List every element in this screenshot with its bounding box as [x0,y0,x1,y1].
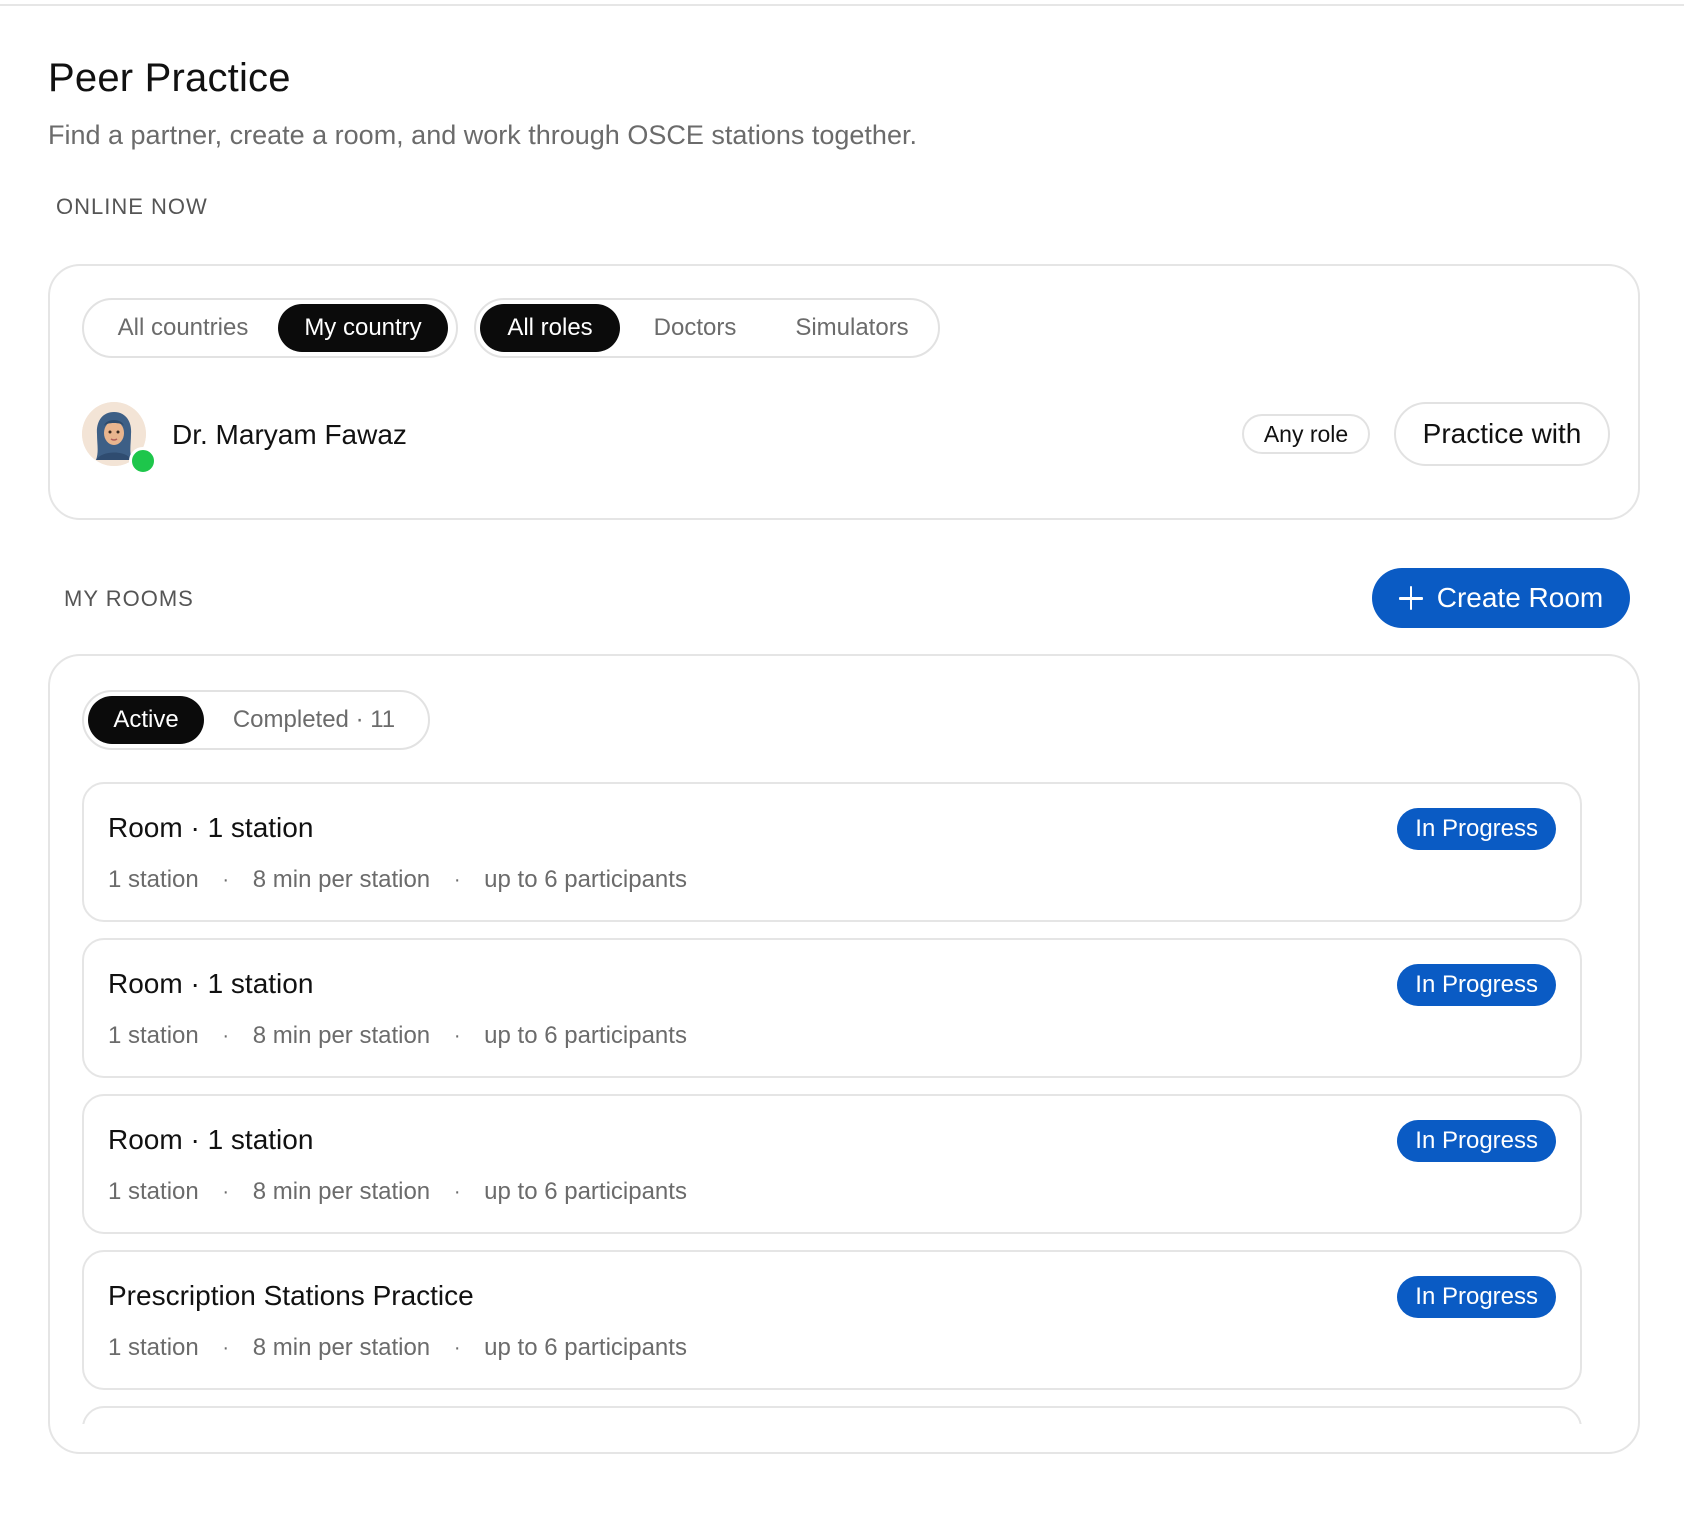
room-meta: 1 station · 8 min per station · up to 6 … [108,1022,687,1050]
status-badge: In Progress [1397,1276,1556,1318]
rooms-list[interactable]: Room · 1 station In Progress 1 station ·… [82,782,1582,1424]
room-participants: up to 6 participants [484,1178,687,1205]
page-subtitle: Find a partner, create a room, and work … [48,120,917,150]
status-badge: In Progress [1397,964,1556,1006]
room-duration: 8 min per station [252,1022,431,1049]
plus-icon [1398,586,1423,610]
online-now-label: ONLINE NOW [56,194,208,219]
meta-separator: · [453,1024,461,1047]
room-title: Prescription Stations Practice [108,1280,474,1311]
filter-all-countries[interactable]: All countries [88,304,278,352]
room-card[interactable]: Prescription Stations Practice In Progre… [82,1250,1582,1390]
room-stations: 1 station [108,1334,199,1361]
room-participants: up to 6 participants [484,866,687,893]
create-room-button[interactable]: Create Room [1372,568,1630,628]
room-card[interactable]: Room · 1 station In Progress 1 station ·… [82,782,1582,922]
room-meta: 1 station · 8 min per station · up to 6 … [108,1334,687,1362]
role-badge: Any role [1242,414,1370,454]
room-card[interactable]: Room · 1 station In Progress 1 station ·… [82,938,1582,1078]
practice-with-button[interactable]: Practice with [1394,402,1610,466]
room-meta: 1 station · 8 min per station · up to 6 … [108,1178,687,1206]
tab-active[interactable]: Active [88,696,204,744]
my-rooms-label: MY ROOMS [64,586,194,611]
online-now-card: All countries My country All roles Docto… [48,264,1640,520]
page-title: Peer Practice [48,56,291,100]
tab-completed[interactable]: Completed · 11 [204,696,424,744]
role-filter: All roles Doctors Simulators [474,298,940,358]
peer-name: Dr. Maryam Fawaz [172,419,407,450]
country-filter: All countries My country [82,298,458,358]
status-badge: In Progress [1397,808,1556,850]
meta-separator: · [222,1336,230,1359]
filter-all-roles[interactable]: All roles [480,304,620,352]
filter-my-country[interactable]: My country [278,304,448,352]
room-participants: up to 6 participants [484,1022,687,1049]
top-divider [0,4,1684,6]
room-title: Room · 1 station [108,812,314,843]
meta-separator: · [222,868,230,891]
meta-separator: · [453,1336,461,1359]
room-title: Room · 1 station [108,968,314,999]
online-status-dot [129,447,157,475]
rooms-status-tabs: Active Completed · 11 [82,690,430,750]
room-title: Room · 1 station [108,1124,314,1155]
room-duration: 8 min per station [252,1178,431,1205]
room-meta: 1 station · 8 min per station · up to 6 … [108,866,687,894]
room-stations: 1 station [108,866,199,893]
room-card[interactable]: Room · 1 station In Progress 1 station ·… [82,1094,1582,1234]
room-duration: 8 min per station [252,866,431,893]
meta-separator: · [222,1024,230,1047]
meta-separator: · [222,1180,230,1203]
my-rooms-card: Active Completed · 11 Room · 1 station I… [48,654,1640,1454]
meta-separator: · [453,1180,461,1203]
filter-simulators[interactable]: Simulators [770,304,934,352]
meta-separator: · [453,868,461,891]
room-stations: 1 station [108,1022,199,1049]
room-duration: 8 min per station [252,1334,431,1361]
room-card-partial[interactable] [82,1406,1582,1424]
status-badge: In Progress [1397,1120,1556,1162]
room-stations: 1 station [108,1178,199,1205]
filter-doctors[interactable]: Doctors [620,304,770,352]
room-participants: up to 6 participants [484,1334,687,1361]
create-room-label: Create Room [1436,582,1604,613]
